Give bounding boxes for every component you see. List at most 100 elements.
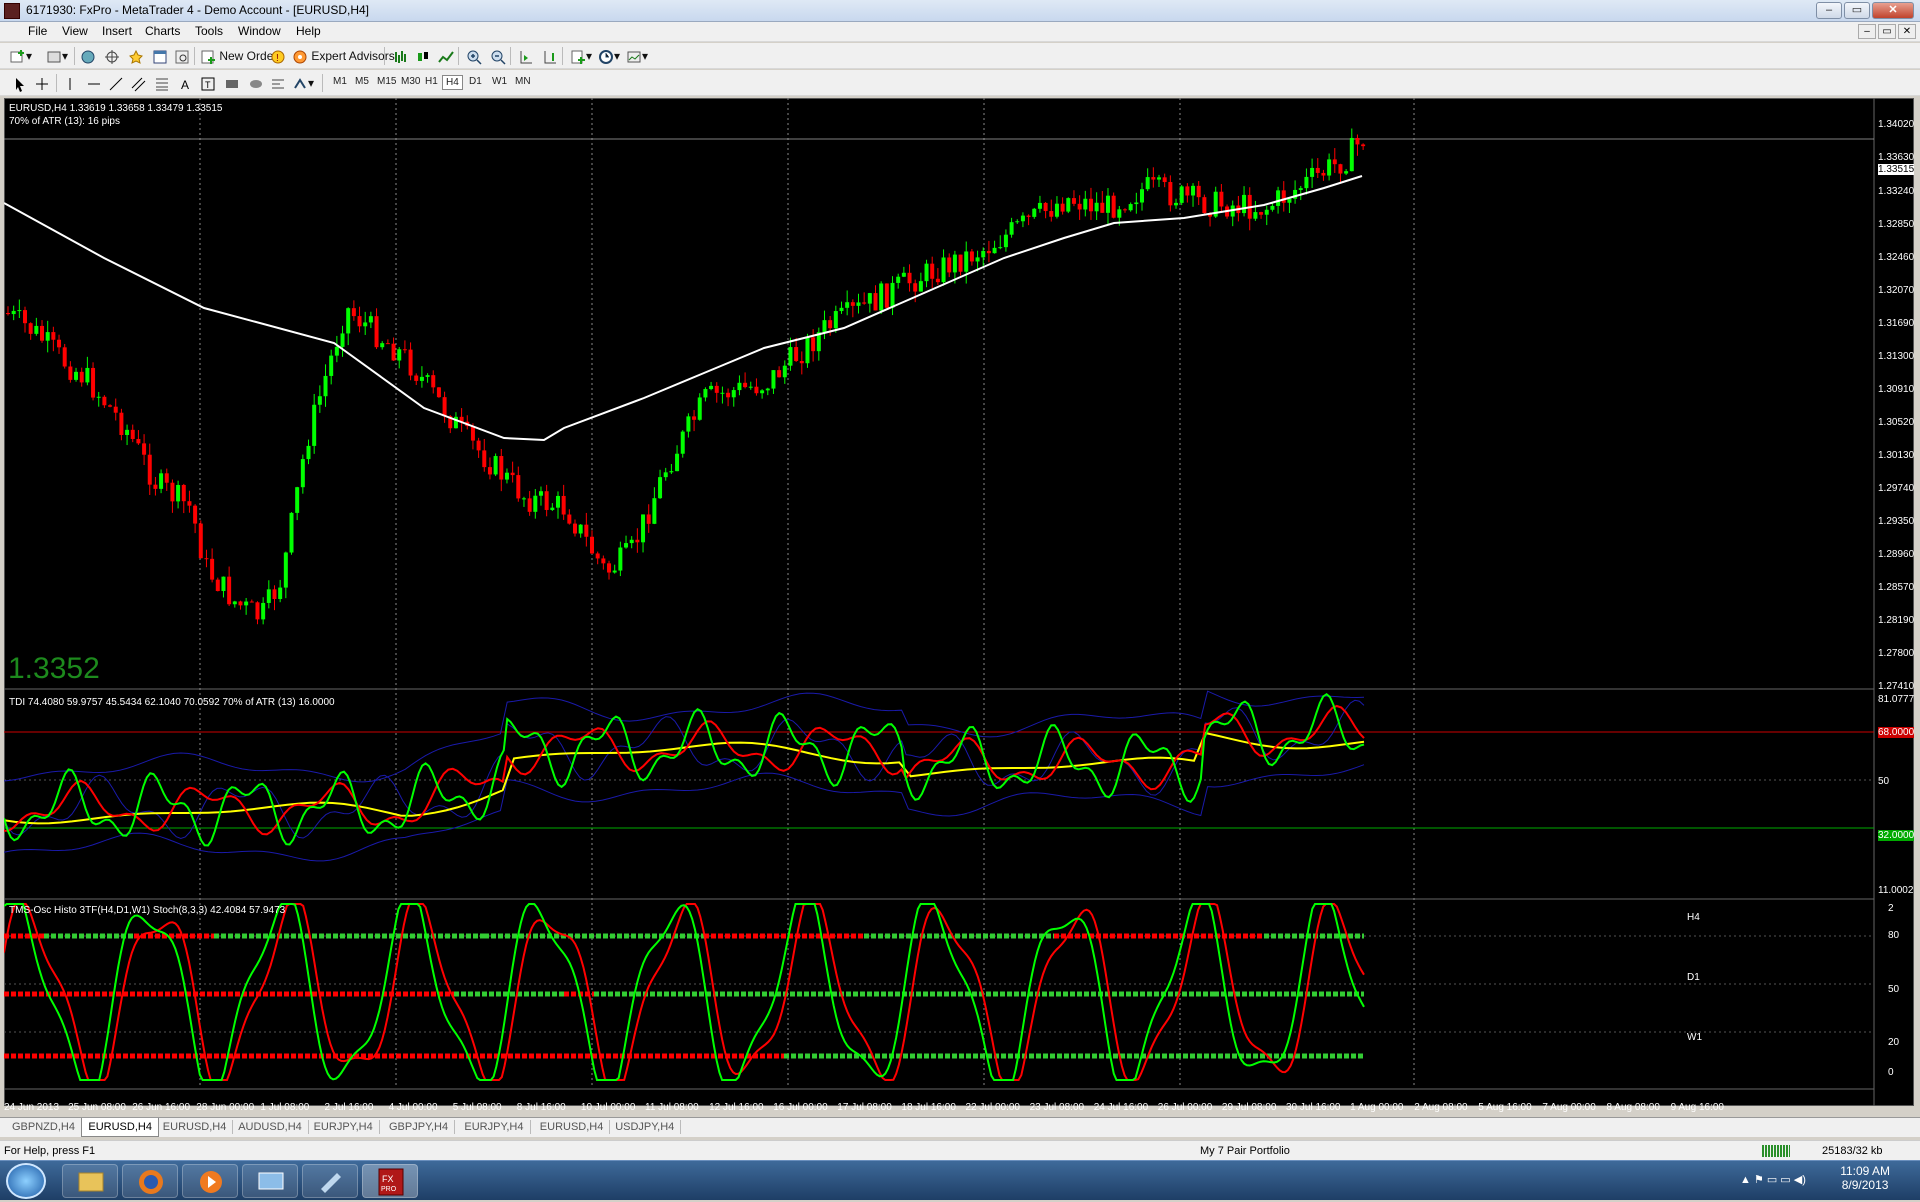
candle-body	[765, 388, 770, 391]
price-tick: 1.31300	[1878, 351, 1915, 362]
expert-advisors-button[interactable]: Expert Advisors	[292, 47, 395, 65]
candle-body	[1281, 190, 1286, 203]
trendline-icon[interactable]	[108, 74, 124, 92]
new-chart-icon[interactable]: ▾	[10, 47, 32, 65]
chart-tab[interactable]: EURUSD,H4	[157, 1120, 234, 1134]
candle-body	[215, 579, 220, 592]
tf-m5[interactable]: M5	[352, 75, 372, 88]
data-window-icon[interactable]	[104, 47, 120, 65]
tray-icons[interactable]: ▲ ⚑ ▭ ▭ ◀)	[1740, 1173, 1806, 1186]
menu-help[interactable]: Help	[296, 24, 321, 38]
crosshair-icon[interactable]	[34, 74, 50, 92]
profiles-icon[interactable]: ▾	[46, 47, 68, 65]
menu-charts[interactable]: Charts	[145, 24, 180, 38]
candle-body	[516, 475, 521, 499]
channel-icon[interactable]	[130, 74, 146, 92]
price-tick: 1.33630	[1878, 152, 1915, 163]
status-profile[interactable]: My 7 Pair Portfolio	[1200, 1145, 1290, 1157]
menu-window[interactable]: Window	[238, 24, 281, 38]
tf-h1[interactable]: H1	[422, 75, 441, 88]
media-player-task-icon[interactable]	[182, 1164, 238, 1198]
menu-file[interactable]: File	[28, 24, 47, 38]
text-label-icon[interactable]: T	[200, 74, 216, 92]
tf-m15[interactable]: M15	[374, 75, 399, 88]
periods-icon[interactable]: ▾	[598, 47, 620, 65]
vertical-line-icon[interactable]	[62, 74, 78, 92]
tf-d1[interactable]: D1	[466, 75, 485, 88]
metaeditor-icon[interactable]: !	[270, 47, 286, 65]
chart-tab[interactable]: EURUSD,H4	[534, 1120, 611, 1134]
explorer-task-icon[interactable]	[62, 1164, 118, 1198]
candle-body	[408, 349, 413, 376]
time-tick: 29 Jul 08:00	[1221, 1102, 1277, 1113]
candle-body	[397, 349, 402, 361]
menu-tools[interactable]: Tools	[195, 24, 223, 38]
chart-tab[interactable]: USDJPY,H4	[609, 1120, 682, 1134]
firefox-task-icon[interactable]	[122, 1164, 178, 1198]
tf-m30[interactable]: M30	[398, 75, 423, 88]
candle-body	[1287, 198, 1292, 203]
candle-body	[51, 332, 56, 340]
tf-w1[interactable]: W1	[489, 75, 510, 88]
fxpro-task-icon[interactable]: FX PRO	[362, 1164, 418, 1198]
mdi-minimize-button[interactable]: –	[1858, 24, 1876, 39]
candle-body	[703, 389, 708, 398]
candlestick-icon[interactable]	[415, 47, 431, 65]
candle-body	[300, 459, 305, 488]
mdi-close-button[interactable]: ✕	[1898, 24, 1916, 39]
chart-canvas[interactable]	[4, 98, 1914, 1106]
maximize-button[interactable]: ▭	[1844, 2, 1870, 19]
remote-task-icon[interactable]	[242, 1164, 298, 1198]
chart-tab[interactable]: EURJPY,H4	[458, 1120, 531, 1134]
line-chart-icon[interactable]	[438, 47, 454, 65]
market-watch-icon[interactable]	[80, 47, 96, 65]
cursor-icon[interactable]	[12, 74, 28, 92]
bar-chart-icon[interactable]	[392, 47, 408, 65]
chart-tab[interactable]: AUDUSD,H4	[232, 1120, 309, 1134]
candle-body	[482, 450, 487, 468]
indicators-icon[interactable]: ▾	[570, 47, 592, 65]
minimize-button[interactable]: –	[1816, 2, 1842, 19]
svg-text:A: A	[181, 78, 189, 92]
tf-mn[interactable]: MN	[512, 75, 534, 88]
tf-m1[interactable]: M1	[330, 75, 350, 88]
tf-h4[interactable]: H4	[442, 75, 463, 90]
text-icon[interactable]: A	[178, 74, 194, 92]
close-button[interactable]: ✕	[1872, 2, 1914, 19]
zoom-out-icon[interactable]	[490, 47, 506, 65]
new-order-button[interactable]: New Order	[200, 47, 277, 65]
arrows-icon[interactable]: ▾	[292, 74, 314, 92]
ellipse-icon[interactable]	[248, 74, 264, 92]
candle-body	[289, 512, 294, 553]
notepad-task-icon[interactable]	[302, 1164, 358, 1198]
menu-insert[interactable]: Insert	[102, 24, 132, 38]
chart-tab[interactable]: EURJPY,H4	[308, 1120, 380, 1134]
candle-body	[385, 343, 390, 345]
candle-body	[833, 311, 838, 329]
chart-tab[interactable]: GBPNZD,H4	[6, 1120, 82, 1134]
menu-view[interactable]: View	[62, 24, 88, 38]
chart-tab[interactable]: EURUSD,H4	[81, 1118, 159, 1137]
templates-icon[interactable]: ▾	[626, 47, 648, 65]
clock[interactable]: 11:09 AM 8/9/2013	[1840, 1164, 1890, 1192]
zoom-in-icon[interactable]	[466, 47, 482, 65]
chart-tab[interactable]: GBPJPY,H4	[383, 1120, 456, 1134]
start-button[interactable]	[6, 1163, 46, 1199]
candle-body	[1202, 197, 1207, 214]
fibonacci-icon[interactable]	[154, 74, 170, 92]
candle-body	[822, 320, 827, 333]
candle-body	[34, 325, 39, 334]
fib-fan-icon[interactable]	[270, 74, 286, 92]
candle-body	[210, 558, 215, 580]
candle-body	[544, 491, 549, 510]
horizontal-line-icon[interactable]	[86, 74, 102, 92]
terminal-icon[interactable]	[152, 47, 168, 65]
chart-shift-icon[interactable]	[542, 47, 558, 65]
rectangle-icon[interactable]	[224, 74, 240, 92]
mdi-restore-button[interactable]: ▭	[1878, 24, 1896, 39]
candle-body	[1054, 203, 1059, 217]
strategy-tester-icon[interactable]	[174, 47, 190, 65]
candle-body	[357, 316, 362, 327]
auto-scroll-icon[interactable]	[518, 47, 534, 65]
navigator-icon[interactable]	[128, 47, 144, 65]
